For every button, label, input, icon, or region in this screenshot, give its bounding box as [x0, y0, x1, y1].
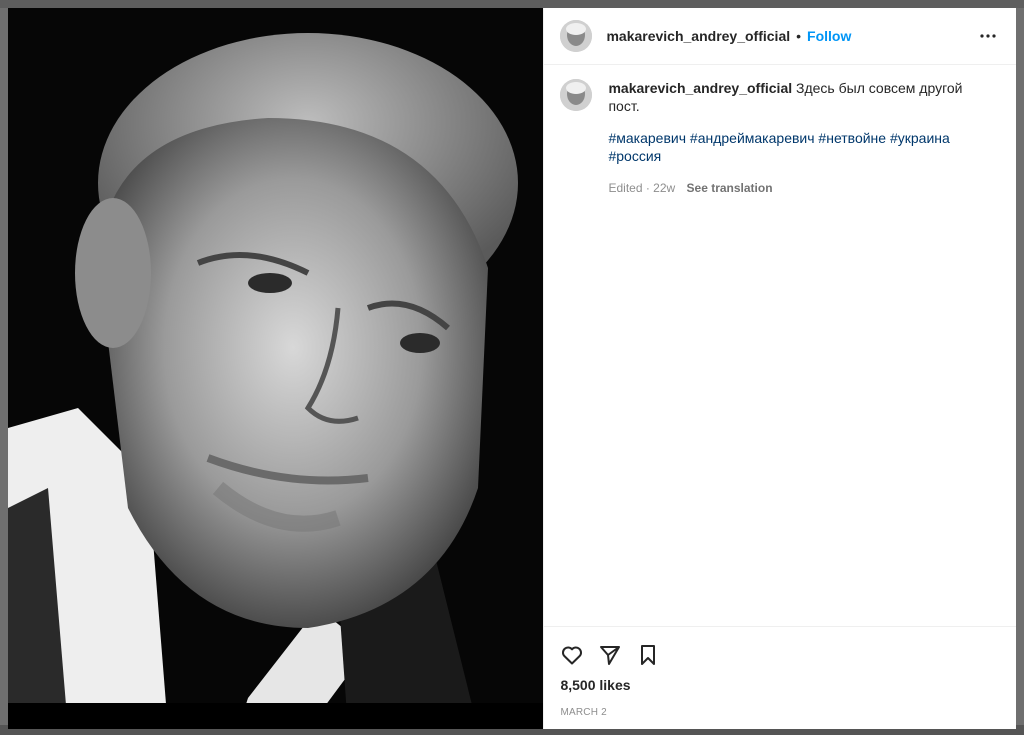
portrait-photo	[8, 8, 544, 729]
hashtag[interactable]: #нетвойне	[818, 130, 886, 146]
see-translation-link[interactable]: See translation	[687, 181, 773, 195]
post-modal: makarevich_andrey_official • Follow maka…	[8, 8, 1017, 729]
post-date: MARCH 2	[560, 707, 607, 718]
header-username[interactable]: makarevich_andrey_official	[606, 28, 790, 44]
hashtag-list: #макаревич #андреймакаревич #нетвойне #у…	[608, 129, 988, 165]
caption-avatar[interactable]	[560, 79, 593, 111]
edited-timestamp: Edited · 22w	[608, 181, 676, 195]
caption-meta: Edited · 22w See translation	[608, 179, 988, 197]
caption-comment: makarevich_andrey_official Здесь был сов…	[544, 65, 1016, 197]
avatar[interactable]	[560, 20, 593, 52]
hashtag[interactable]: #макаревич	[608, 130, 686, 146]
post-actions: 8,500 likes MARCH 2	[544, 626, 1017, 718]
bookmark-icon[interactable]	[636, 643, 660, 667]
more-options-icon[interactable]	[976, 24, 1000, 48]
page-backdrop	[0, 0, 1024, 8]
image-bottom-bar	[8, 703, 544, 729]
post-image	[8, 8, 544, 729]
separator-dot: •	[796, 28, 802, 44]
send-icon[interactable]	[598, 643, 622, 667]
caption-body: makarevich_andrey_official Здесь был сов…	[608, 79, 988, 197]
caption-username[interactable]: makarevich_andrey_official	[608, 80, 792, 96]
hashtag[interactable]: #украина	[890, 130, 950, 146]
follow-button[interactable]: Follow	[807, 28, 851, 44]
action-icons	[560, 635, 1000, 675]
post-header: makarevich_andrey_official • Follow	[544, 8, 1016, 65]
heart-icon[interactable]	[560, 643, 584, 667]
post-sidebar: makarevich_andrey_official • Follow maka…	[543, 8, 1017, 729]
hashtag[interactable]: #андреймакаревич	[690, 130, 815, 146]
hashtag[interactable]: #россия	[608, 148, 661, 164]
likes-count[interactable]: 8,500 likes	[560, 677, 1000, 693]
